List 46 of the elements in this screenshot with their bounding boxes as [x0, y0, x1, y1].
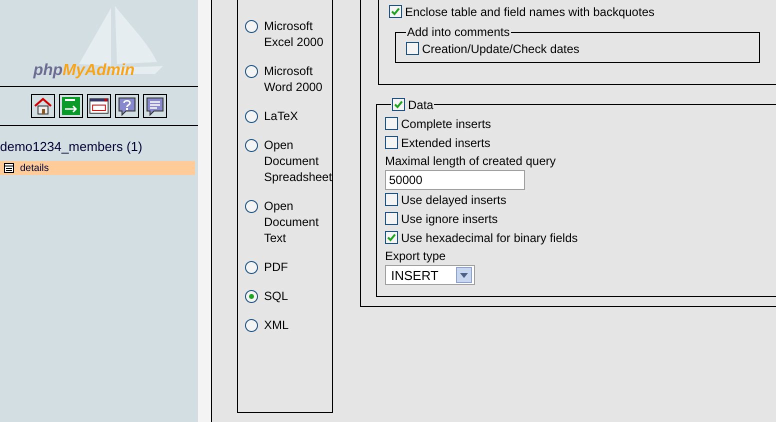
checkbox[interactable]	[385, 231, 398, 244]
group-legend: Add into comments	[406, 25, 511, 39]
radio-button[interactable]	[245, 110, 258, 123]
format-label: Open Document Text	[264, 198, 320, 246]
logo-text: phpMyAdmin	[33, 62, 135, 80]
radio-button[interactable]	[245, 290, 258, 303]
exit-icon[interactable]	[59, 94, 83, 118]
checkbox[interactable]	[392, 98, 405, 111]
home-icon[interactable]	[31, 94, 55, 118]
checkbox-label: Use ignore inserts	[401, 212, 498, 226]
input-field[interactable]: 50000	[385, 170, 525, 190]
format-label: Open Document Spreadsheet	[264, 137, 332, 185]
checkbox-label: Use delayed inserts	[401, 192, 506, 206]
format-label: SQL	[264, 288, 290, 304]
export-type-dropdown[interactable]: INSERT	[385, 265, 475, 285]
query-window-icon[interactable]	[87, 94, 111, 118]
checkbox[interactable]	[406, 42, 419, 55]
database-name[interactable]: demo1234_members (1)	[0, 139, 198, 154]
format-label: LaTeX	[264, 108, 300, 124]
radio-button[interactable]	[245, 261, 258, 274]
checkbox-label: Enclose table and field names with backquotes	[405, 4, 654, 18]
checkbox[interactable]	[385, 117, 398, 130]
checkbox[interactable]	[385, 212, 398, 225]
checkbox[interactable]	[385, 193, 398, 206]
checkbox[interactable]	[385, 136, 398, 149]
radio-button[interactable]	[245, 139, 258, 152]
checkbox-label: Complete inserts	[401, 116, 492, 130]
radio-button[interactable]	[245, 200, 258, 213]
sql-query-icon[interactable]	[143, 94, 167, 118]
checkbox-label: Extended inserts	[401, 136, 490, 150]
radio-button[interactable]	[245, 65, 258, 78]
radio-button[interactable]	[245, 319, 258, 332]
field-label: Export type	[385, 248, 447, 265]
format-label: Microsoft Word 2000	[264, 63, 324, 95]
format-label: PDF	[264, 259, 289, 275]
format-label: Microsoft Excel 2000	[264, 18, 324, 50]
table-icon	[4, 163, 14, 173]
checkbox-label: Data	[408, 98, 434, 112]
table-item[interactable]: details	[0, 161, 195, 175]
checkbox[interactable]	[389, 5, 402, 18]
radio-button[interactable]	[245, 20, 258, 33]
format-label: XML	[264, 317, 290, 333]
field-label: Maximal length of created query	[385, 153, 557, 170]
checkbox-label: Use hexadecimal for binary fields	[401, 230, 578, 244]
help-icon[interactable]	[115, 94, 139, 118]
checkbox-label: Creation/Update/Check dates	[422, 42, 580, 56]
